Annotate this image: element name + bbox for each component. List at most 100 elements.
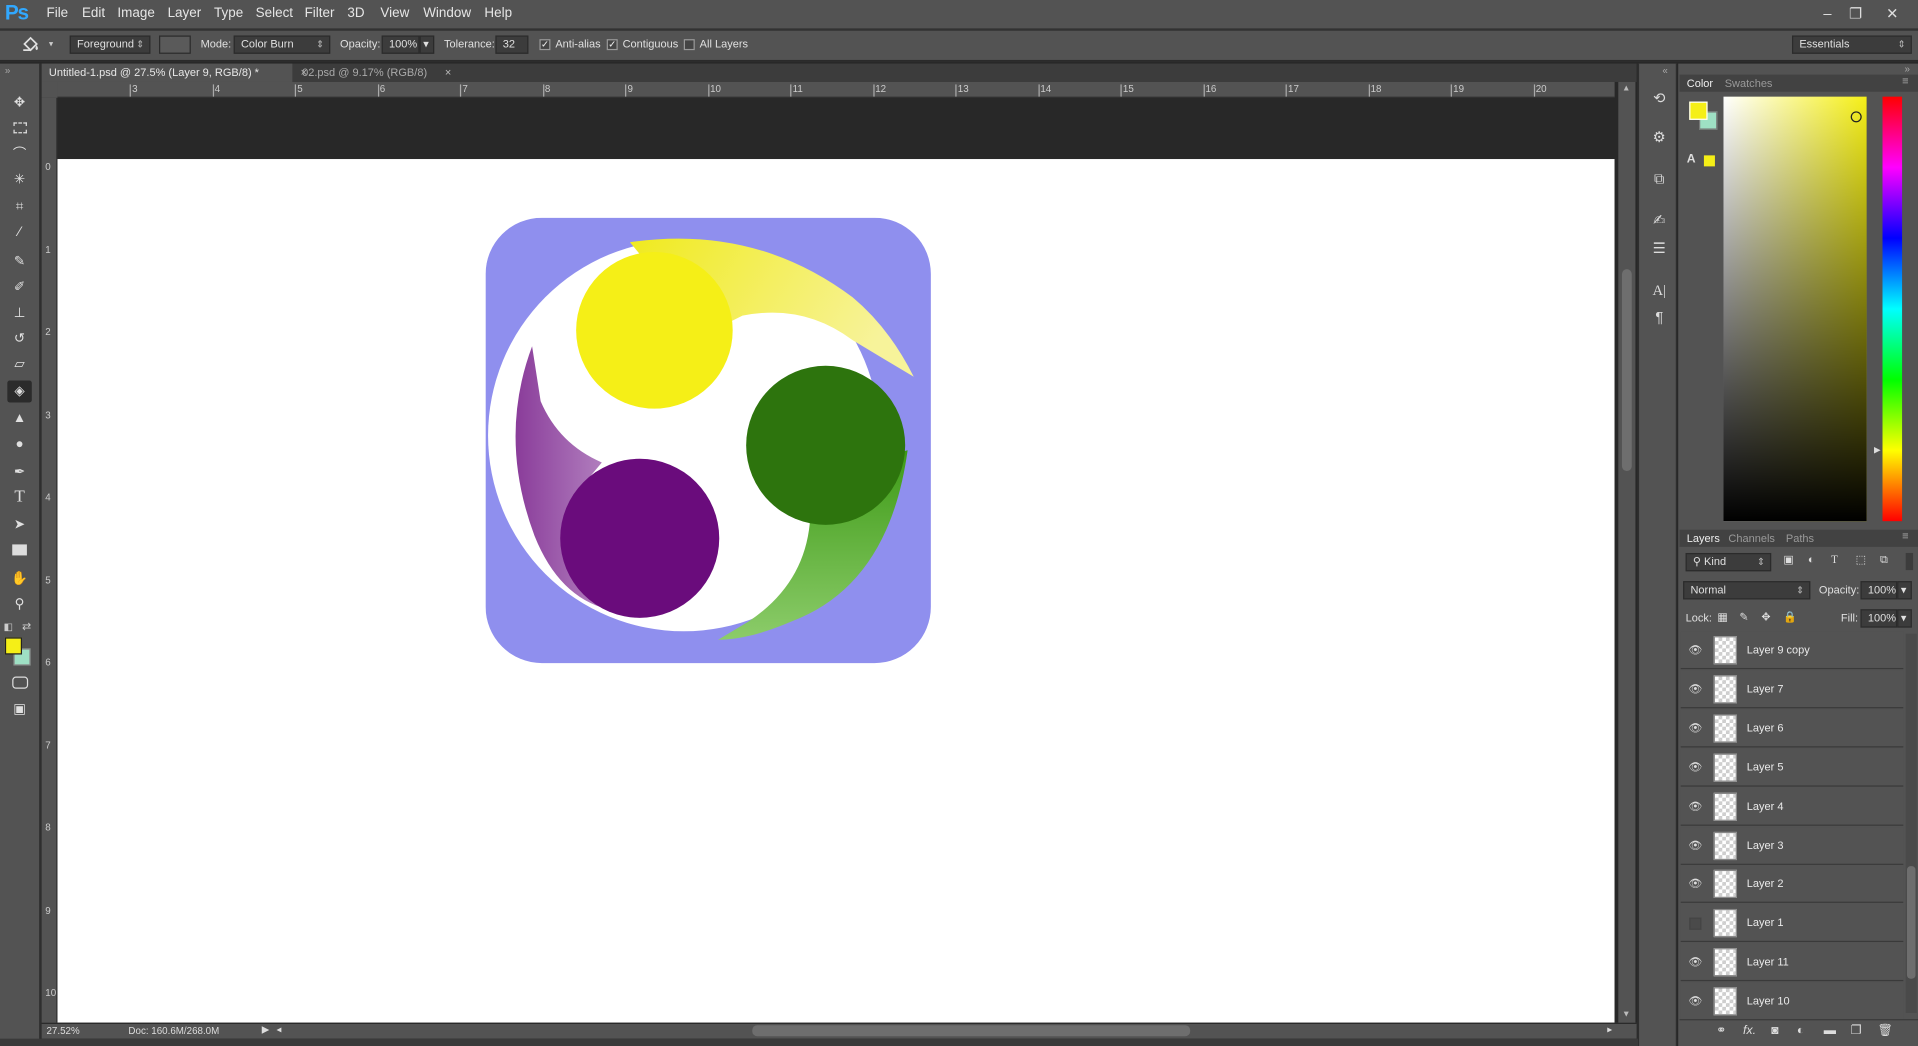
layer-row[interactable]: 👁 Layer 9 copy	[1680, 631, 1904, 670]
type-tool-icon[interactable]: T	[7, 487, 31, 509]
crop-tool-icon[interactable]: ⌗	[7, 196, 31, 218]
layer-name[interactable]: Layer 1	[1747, 917, 1784, 929]
layer-row[interactable]: 👁 Layer 2	[1680, 865, 1904, 904]
visibility-eye-icon[interactable]: 👁	[1688, 800, 1703, 812]
menu-window[interactable]: Window	[423, 6, 471, 21]
hand-tool-icon[interactable]: ✋	[7, 568, 31, 590]
scroll-up-icon[interactable]: ▲	[1622, 84, 1630, 93]
magic-wand-tool-icon[interactable]: ✳	[7, 169, 31, 191]
layer-fill-input[interactable]: 100%	[1860, 609, 1898, 628]
layers-scroll-thumb[interactable]	[1906, 866, 1916, 979]
layer-thumbnail[interactable]	[1713, 831, 1737, 860]
scroll-right-icon[interactable]: ▸	[1607, 1024, 1612, 1035]
filter-shape-icon[interactable]: ⬚	[1856, 553, 1866, 566]
visibility-eye-icon[interactable]: 👁	[1688, 644, 1703, 656]
document-canvas[interactable]	[57, 159, 1615, 1023]
rectangle-tool-icon[interactable]	[7, 540, 31, 562]
zoom-level[interactable]: 27.52%	[46, 1025, 79, 1036]
expand-panels-icon[interactable]: «	[1662, 65, 1667, 76]
path-selection-tool-icon[interactable]: ➤	[7, 514, 31, 536]
layer-opacity-chevron-icon[interactable]: ▾	[1897, 581, 1912, 600]
panel-menu-icon[interactable]: ≡	[1902, 75, 1908, 87]
filter-type-icon[interactable]: T	[1831, 553, 1838, 565]
layer-name[interactable]: Layer 10	[1747, 995, 1790, 1007]
tab-layers[interactable]: Layers	[1687, 530, 1720, 547]
layer-row[interactable]: 👁 Layer 6	[1680, 709, 1904, 748]
filter-toggle[interactable]	[1905, 552, 1914, 571]
history-brush-tool-icon[interactable]: ↺	[7, 328, 31, 350]
screen-mode-icon[interactable]: ▣	[7, 699, 31, 721]
canvas-area[interactable]	[57, 97, 1615, 1023]
menu-3d[interactable]: 3D	[347, 6, 364, 21]
menu-file[interactable]: File	[46, 6, 68, 21]
add-mask-icon[interactable]: ◙	[1771, 1024, 1778, 1037]
layer-row[interactable]: 👁 Layer 4	[1680, 787, 1904, 826]
layer-opacity-input[interactable]: 100%	[1860, 581, 1898, 600]
layer-thumbnail[interactable]	[1713, 753, 1737, 782]
layer-thumbnail[interactable]	[1713, 909, 1737, 938]
layer-thumbnail[interactable]	[1713, 948, 1737, 977]
healing-brush-tool-icon[interactable]: ✎	[7, 251, 31, 273]
adjustment-layer-icon[interactable]: ◐	[1797, 1024, 1804, 1037]
brush-tool-icon[interactable]: ✐	[7, 276, 31, 298]
filter-smart-object-icon[interactable]: ⧉	[1880, 553, 1888, 566]
visibility-eye-icon[interactable]: 👁	[1688, 878, 1703, 890]
layer-row[interactable]: 👁 Layer 7	[1680, 670, 1904, 709]
layer-thumbnail[interactable]	[1713, 792, 1737, 821]
layer-thumbnail[interactable]	[1713, 675, 1737, 704]
layer-name[interactable]: Layer 2	[1747, 878, 1784, 890]
filter-adjustment-icon[interactable]: ◐	[1808, 553, 1815, 565]
visibility-eye-icon[interactable]: 👁	[1688, 839, 1703, 851]
layer-name[interactable]: Layer 6	[1747, 722, 1784, 734]
opacity-input[interactable]: 100%	[381, 35, 420, 54]
lock-image-icon[interactable]: ✎	[1739, 610, 1748, 623]
visibility-eye-icon[interactable]: 👁	[1688, 683, 1703, 695]
properties-panel-icon[interactable]: ⚙	[1649, 127, 1670, 148]
eraser-tool-icon[interactable]: ▱	[7, 354, 31, 376]
menu-layer[interactable]: Layer	[168, 6, 202, 21]
menu-filter[interactable]: Filter	[305, 6, 335, 21]
tab-02[interactable]: 02.psd @ 9.17% (RGB/8) ×	[295, 64, 451, 82]
restore-button[interactable]: ❐	[1843, 2, 1867, 24]
mode-dropdown[interactable]: Color Burn ⇕	[233, 35, 331, 54]
minimize-button[interactable]: –	[1815, 2, 1839, 24]
tab-paths[interactable]: Paths	[1786, 530, 1814, 547]
history-panel-icon[interactable]: ⟲	[1649, 88, 1670, 109]
layer-thumbnail[interactable]	[1713, 714, 1737, 743]
layer-row[interactable]: 👁 Layer 11	[1680, 943, 1904, 982]
layer-name[interactable]: Layer 3	[1747, 839, 1784, 851]
menu-type[interactable]: Type	[214, 6, 243, 21]
paint-bucket-tool-icon[interactable]: ◈	[7, 380, 32, 403]
visibility-eye-icon[interactable]: 👁	[1688, 995, 1703, 1007]
layer-row[interactable]: 👁 Layer 5	[1680, 748, 1904, 787]
layer-thumbnail[interactable]	[1713, 987, 1737, 1016]
pen-tool-icon[interactable]: ✒	[7, 461, 31, 483]
layer-row[interactable]: 👁 Layer 10	[1680, 982, 1904, 1021]
new-group-icon[interactable]: ▬	[1824, 1024, 1836, 1037]
workspace-dropdown[interactable]: Essentials ⇕	[1791, 35, 1912, 54]
scroll-left-icon[interactable]: ◂	[276, 1024, 281, 1035]
menu-edit[interactable]: Edit	[82, 6, 105, 21]
layer-name[interactable]: Layer 9 copy	[1747, 644, 1810, 656]
visibility-eye-icon[interactable]: 👁	[1688, 722, 1703, 734]
foreground-color-swatch[interactable]	[4, 637, 23, 655]
vertical-scroll-thumb[interactable]	[1621, 269, 1632, 472]
close-button[interactable]: ✕	[1880, 2, 1904, 24]
default-colors-icon[interactable]: ◧	[4, 621, 13, 632]
eyedropper-tool-icon[interactable]: ⁄	[7, 221, 31, 243]
hue-slider-pointer-icon[interactable]: ▶	[1874, 445, 1881, 456]
filter-pixel-icon[interactable]: ▣	[1783, 553, 1793, 566]
layer-fill-chevron-icon[interactable]: ▾	[1897, 609, 1912, 628]
tab-swatches[interactable]: Swatches	[1725, 75, 1773, 92]
menu-help[interactable]: Help	[484, 6, 512, 21]
clone-stamp-tool-icon[interactable]: ⊥	[7, 302, 31, 324]
close-tab-icon[interactable]: ×	[445, 64, 451, 82]
fill-source-dropdown[interactable]: Foreground ⇕	[69, 35, 151, 54]
scroll-down-icon[interactable]: ▼	[1622, 1011, 1630, 1020]
zoom-tool-icon[interactable]: ⚲	[7, 593, 31, 615]
dodge-tool-icon[interactable]: ●	[7, 433, 31, 455]
color-field[interactable]	[1723, 96, 1867, 522]
clone-source-panel-icon[interactable]: ⧉	[1649, 169, 1670, 190]
pattern-picker[interactable]	[159, 35, 191, 54]
status-menu-arrow-icon[interactable]: ▶	[262, 1024, 270, 1035]
